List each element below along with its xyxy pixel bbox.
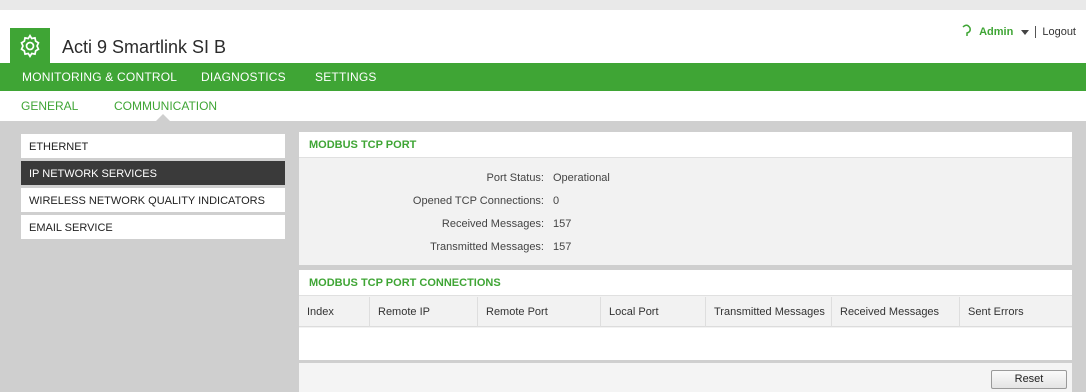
col-sent-errors[interactable]: Sent Errors [960, 297, 1072, 327]
tab-communication[interactable]: COMMUNICATION [114, 99, 217, 113]
sidebar-item-ip-network-services[interactable]: IP NETWORK SERVICES [21, 161, 285, 188]
user-name[interactable]: Admin [979, 26, 1013, 38]
opened-connections-value: 0 [553, 195, 560, 207]
header: Acti 9 Smartlink SI B Admin Logout [0, 0, 1086, 68]
table-header: Index Remote IP Remote Port Local Port T… [299, 297, 1072, 327]
tab-general[interactable]: GENERAL [21, 99, 78, 113]
nav-monitoring-control[interactable]: MONITORING & CONTROL [22, 70, 177, 84]
col-transmitted-messages[interactable]: Transmitted Messages [706, 297, 832, 327]
main-nav: MONITORING & CONTROL DIAGNOSTICS SETTING… [0, 63, 1086, 91]
panel-title: MODBUS TCP PORT CONNECTIONS [299, 270, 1072, 296]
nav-settings[interactable]: SETTINGS [315, 70, 377, 84]
sidebar-item-email-service[interactable]: EMAIL SERVICE [21, 215, 285, 242]
received-messages-label: Received Messages: [441, 218, 544, 230]
app-logo [10, 28, 50, 68]
port-status-label: Port Status: [486, 172, 544, 184]
nav-diagnostics[interactable]: DIAGNOSTICS [201, 70, 286, 84]
gear-icon [17, 33, 43, 64]
modbus-tcp-connections-panel: MODBUS TCP PORT CONNECTIONS Index Remote… [299, 270, 1072, 360]
reset-button[interactable]: Reset [991, 370, 1067, 389]
action-bar [299, 363, 1072, 392]
sidebar-item-ethernet[interactable]: ETHERNET [21, 134, 285, 161]
panel-title: MODBUS TCP PORT [299, 132, 1072, 158]
col-remote-ip[interactable]: Remote IP [370, 297, 478, 327]
modbus-tcp-port-panel: MODBUS TCP PORT Port Status: Operational… [299, 132, 1072, 265]
user-icon[interactable] [961, 24, 973, 40]
col-local-port[interactable]: Local Port [601, 297, 706, 327]
transmitted-messages-value: 157 [553, 241, 572, 253]
chevron-down-icon[interactable] [1021, 29, 1030, 35]
opened-connections-label: Opened TCP Connections: [412, 195, 544, 207]
col-received-messages[interactable]: Received Messages [832, 297, 960, 327]
transmitted-messages-label: Transmitted Messages: [430, 241, 544, 253]
active-tab-pointer [156, 114, 170, 121]
col-index[interactable]: Index [299, 297, 370, 327]
content-area: ETHERNET IP NETWORK SERVICES WIRELESS NE… [0, 121, 1086, 392]
col-remote-port[interactable]: Remote Port [478, 297, 601, 327]
logout-link[interactable]: Logout [1035, 26, 1076, 38]
table-body [299, 328, 1072, 360]
sidebar: ETHERNET IP NETWORK SERVICES WIRELESS NE… [21, 134, 285, 242]
port-status-value: Operational [553, 172, 610, 184]
user-menu: Admin Logout [961, 24, 1076, 40]
received-messages-value: 157 [553, 218, 572, 230]
app-title: Acti 9 Smartlink SI B [62, 37, 227, 57]
sidebar-item-wireless-network-quality[interactable]: WIRELESS NETWORK QUALITY INDICATORS [21, 188, 285, 215]
